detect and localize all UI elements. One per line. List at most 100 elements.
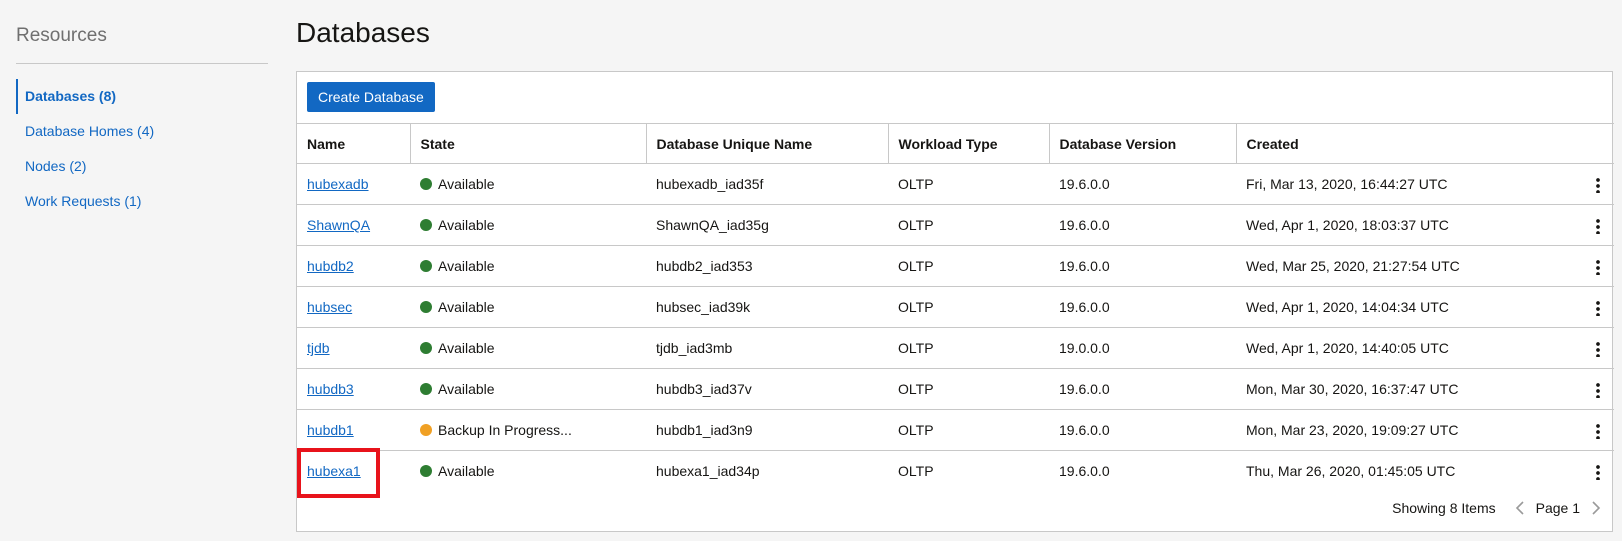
cell-state: Available bbox=[410, 327, 646, 369]
previous-page-icon[interactable] bbox=[1514, 501, 1528, 515]
row-actions-kebab-icon[interactable] bbox=[1592, 175, 1604, 193]
status-dot-icon bbox=[420, 260, 432, 272]
row-actions-kebab-icon[interactable] bbox=[1592, 216, 1604, 234]
cell-state: Available bbox=[410, 163, 646, 205]
cell-database-version: 19.6.0.0 bbox=[1049, 409, 1236, 451]
row-actions-kebab-icon[interactable] bbox=[1592, 421, 1604, 439]
cell-name: ShawnQA bbox=[297, 204, 410, 246]
table-row: hubexa1 Available hubexa1_iad34p OLTP 19.6.0… bbox=[297, 450, 1614, 492]
table-header-row: Name State Database Unique Name Workload… bbox=[297, 123, 1614, 164]
state-label: Available bbox=[438, 340, 495, 356]
created-timestamp: Wed, Apr 1, 2020, 14:04:34 UTC bbox=[1246, 299, 1449, 315]
row-actions-kebab-icon[interactable] bbox=[1592, 339, 1604, 357]
database-name-link[interactable]: hubdb3 bbox=[307, 381, 354, 397]
cell-name: hubdb3 bbox=[297, 368, 410, 410]
cell-database-version: 19.6.0.0 bbox=[1049, 286, 1236, 328]
created-timestamp: Mon, Mar 23, 2020, 19:09:27 UTC bbox=[1246, 422, 1459, 438]
cell-name: hubdb2 bbox=[297, 245, 410, 287]
cell-unique-name: hubdb2_iad353 bbox=[646, 245, 888, 287]
state-label: Backup In Progress... bbox=[438, 422, 572, 438]
created-timestamp: Fri, Mar 13, 2020, 16:44:27 UTC bbox=[1246, 176, 1448, 192]
resources-nav: Databases (8) Database Homes (4) Nodes (… bbox=[16, 79, 268, 219]
row-actions-kebab-icon[interactable] bbox=[1592, 257, 1604, 275]
row-actions-kebab-icon[interactable] bbox=[1592, 380, 1604, 398]
created-timestamp: Wed, Apr 1, 2020, 18:03:37 UTC bbox=[1246, 217, 1449, 233]
create-database-button[interactable]: Create Database bbox=[307, 82, 435, 112]
status-dot-icon bbox=[420, 465, 432, 478]
databases-panel: Create Database Name State Database Uniq… bbox=[296, 71, 1614, 532]
cell-database-version: 19.6.0.0 bbox=[1049, 450, 1236, 492]
status-dot-icon bbox=[420, 301, 432, 313]
next-page-icon[interactable] bbox=[1588, 501, 1602, 515]
state-label: Available bbox=[438, 217, 495, 233]
cell-name: hubexadb bbox=[297, 163, 410, 205]
cell-name: hubexa1 bbox=[297, 450, 410, 492]
cell-unique-name: hubdb1_iad3n9 bbox=[646, 409, 888, 451]
status-dot-icon bbox=[420, 424, 432, 436]
database-name-link[interactable]: tjdb bbox=[307, 340, 330, 356]
column-header-database-version[interactable]: Database Version bbox=[1048, 123, 1236, 164]
cell-unique-name: tjdb_iad3mb bbox=[646, 327, 888, 369]
cell-unique-name: hubexa1_iad34p bbox=[646, 450, 888, 492]
sidebar-item-database-homes[interactable]: Database Homes (4) bbox=[16, 114, 268, 149]
database-name-link[interactable]: hubdb2 bbox=[307, 258, 354, 274]
table-row: tjdb Available tjdb_iad3mb OLTP 19.0.0.0 Wed,… bbox=[297, 327, 1614, 369]
created-timestamp: Wed, Apr 1, 2020, 14:40:05 UTC bbox=[1246, 340, 1449, 356]
cell-database-version: 19.6.0.0 bbox=[1049, 163, 1236, 205]
cell-workload-type: OLTP bbox=[888, 286, 1049, 328]
cell-unique-name: ShawnQA_iad35g bbox=[646, 204, 888, 246]
sidebar-item-databases[interactable]: Databases (8) bbox=[16, 79, 268, 114]
table-row: hubdb1 Backup In Progress... hubdb1_iad3n9… bbox=[297, 409, 1614, 451]
database-name-link[interactable]: ShawnQA bbox=[307, 217, 370, 233]
table-row: hubsec Available hubsec_iad39k OLTP 19.6.0.0… bbox=[297, 286, 1614, 328]
table-row: hubdb2 Available hubdb2_iad353 OLTP 19.6.0.0… bbox=[297, 245, 1614, 287]
row-actions-kebab-icon[interactable] bbox=[1592, 462, 1604, 481]
cell-workload-type: OLTP bbox=[888, 245, 1049, 287]
cell-created: Wed, Mar 25, 2020, 21:27:54 UTC bbox=[1236, 245, 1614, 287]
row-actions-kebab-icon[interactable] bbox=[1592, 298, 1604, 316]
cell-created: Fri, Mar 13, 2020, 16:44:27 UTC bbox=[1236, 163, 1614, 205]
state-label: Available bbox=[438, 299, 495, 315]
column-header-workload-type[interactable]: Workload Type bbox=[887, 123, 1049, 164]
database-name-link[interactable]: hubdb1 bbox=[307, 422, 354, 438]
column-header-unique-name[interactable]: Database Unique Name bbox=[645, 123, 888, 164]
cell-state: Available bbox=[410, 450, 646, 492]
databases-table: Name State Database Unique Name Workload… bbox=[297, 123, 1614, 492]
status-dot-icon bbox=[420, 178, 432, 190]
column-header-name[interactable]: Name bbox=[297, 123, 410, 164]
cell-workload-type: OLTP bbox=[888, 204, 1049, 246]
table-row: ShawnQA Available ShawnQA_iad35g OLTP 19.6.0… bbox=[297, 204, 1614, 246]
resources-title: Resources bbox=[16, 25, 107, 46]
cell-unique-name: hubsec_iad39k bbox=[646, 286, 888, 328]
cell-workload-type: OLTP bbox=[888, 450, 1049, 492]
cell-state: Available bbox=[410, 286, 646, 328]
cell-created: Wed, Apr 1, 2020, 14:40:05 UTC bbox=[1236, 327, 1614, 369]
cell-name: hubsec bbox=[297, 286, 410, 328]
resources-divider bbox=[16, 63, 268, 64]
cell-state: Available bbox=[410, 245, 646, 287]
database-name-link[interactable]: hubsec bbox=[307, 299, 352, 315]
database-name-link[interactable]: hubexa1 bbox=[307, 463, 361, 479]
page-title: Databases bbox=[296, 17, 430, 48]
status-dot-icon bbox=[420, 383, 432, 395]
status-dot-icon bbox=[420, 219, 432, 231]
cell-created: Thu, Mar 26, 2020, 01:45:05 UTC bbox=[1236, 450, 1614, 492]
cell-workload-type: OLTP bbox=[888, 163, 1049, 205]
cell-database-version: 19.6.0.0 bbox=[1049, 204, 1236, 246]
sidebar-item-nodes[interactable]: Nodes (2) bbox=[16, 149, 268, 184]
cell-state: Backup In Progress... bbox=[410, 409, 646, 451]
cell-created: Wed, Apr 1, 2020, 18:03:37 UTC bbox=[1236, 204, 1614, 246]
table-row: hubexadb Available hubexadb_iad35f OLTP 19.6… bbox=[297, 163, 1614, 205]
item-count: Showing 8 Items bbox=[1392, 500, 1496, 516]
created-timestamp: Wed, Mar 25, 2020, 21:27:54 UTC bbox=[1246, 258, 1460, 274]
cell-state: Available bbox=[410, 204, 646, 246]
table-row: hubdb3 Available hubdb3_iad37v OLTP 19.6.0.0… bbox=[297, 368, 1614, 410]
created-timestamp: Mon, Mar 30, 2020, 16:37:47 UTC bbox=[1246, 381, 1459, 397]
cell-name: hubdb1 bbox=[297, 409, 410, 451]
database-name-link[interactable]: hubexadb bbox=[307, 176, 369, 192]
cell-database-version: 19.6.0.0 bbox=[1049, 245, 1236, 287]
column-header-state[interactable]: State bbox=[409, 123, 646, 164]
cell-state: Available bbox=[410, 368, 646, 410]
sidebar-item-work-requests[interactable]: Work Requests (1) bbox=[16, 184, 268, 219]
column-header-created[interactable]: Created bbox=[1235, 123, 1614, 164]
